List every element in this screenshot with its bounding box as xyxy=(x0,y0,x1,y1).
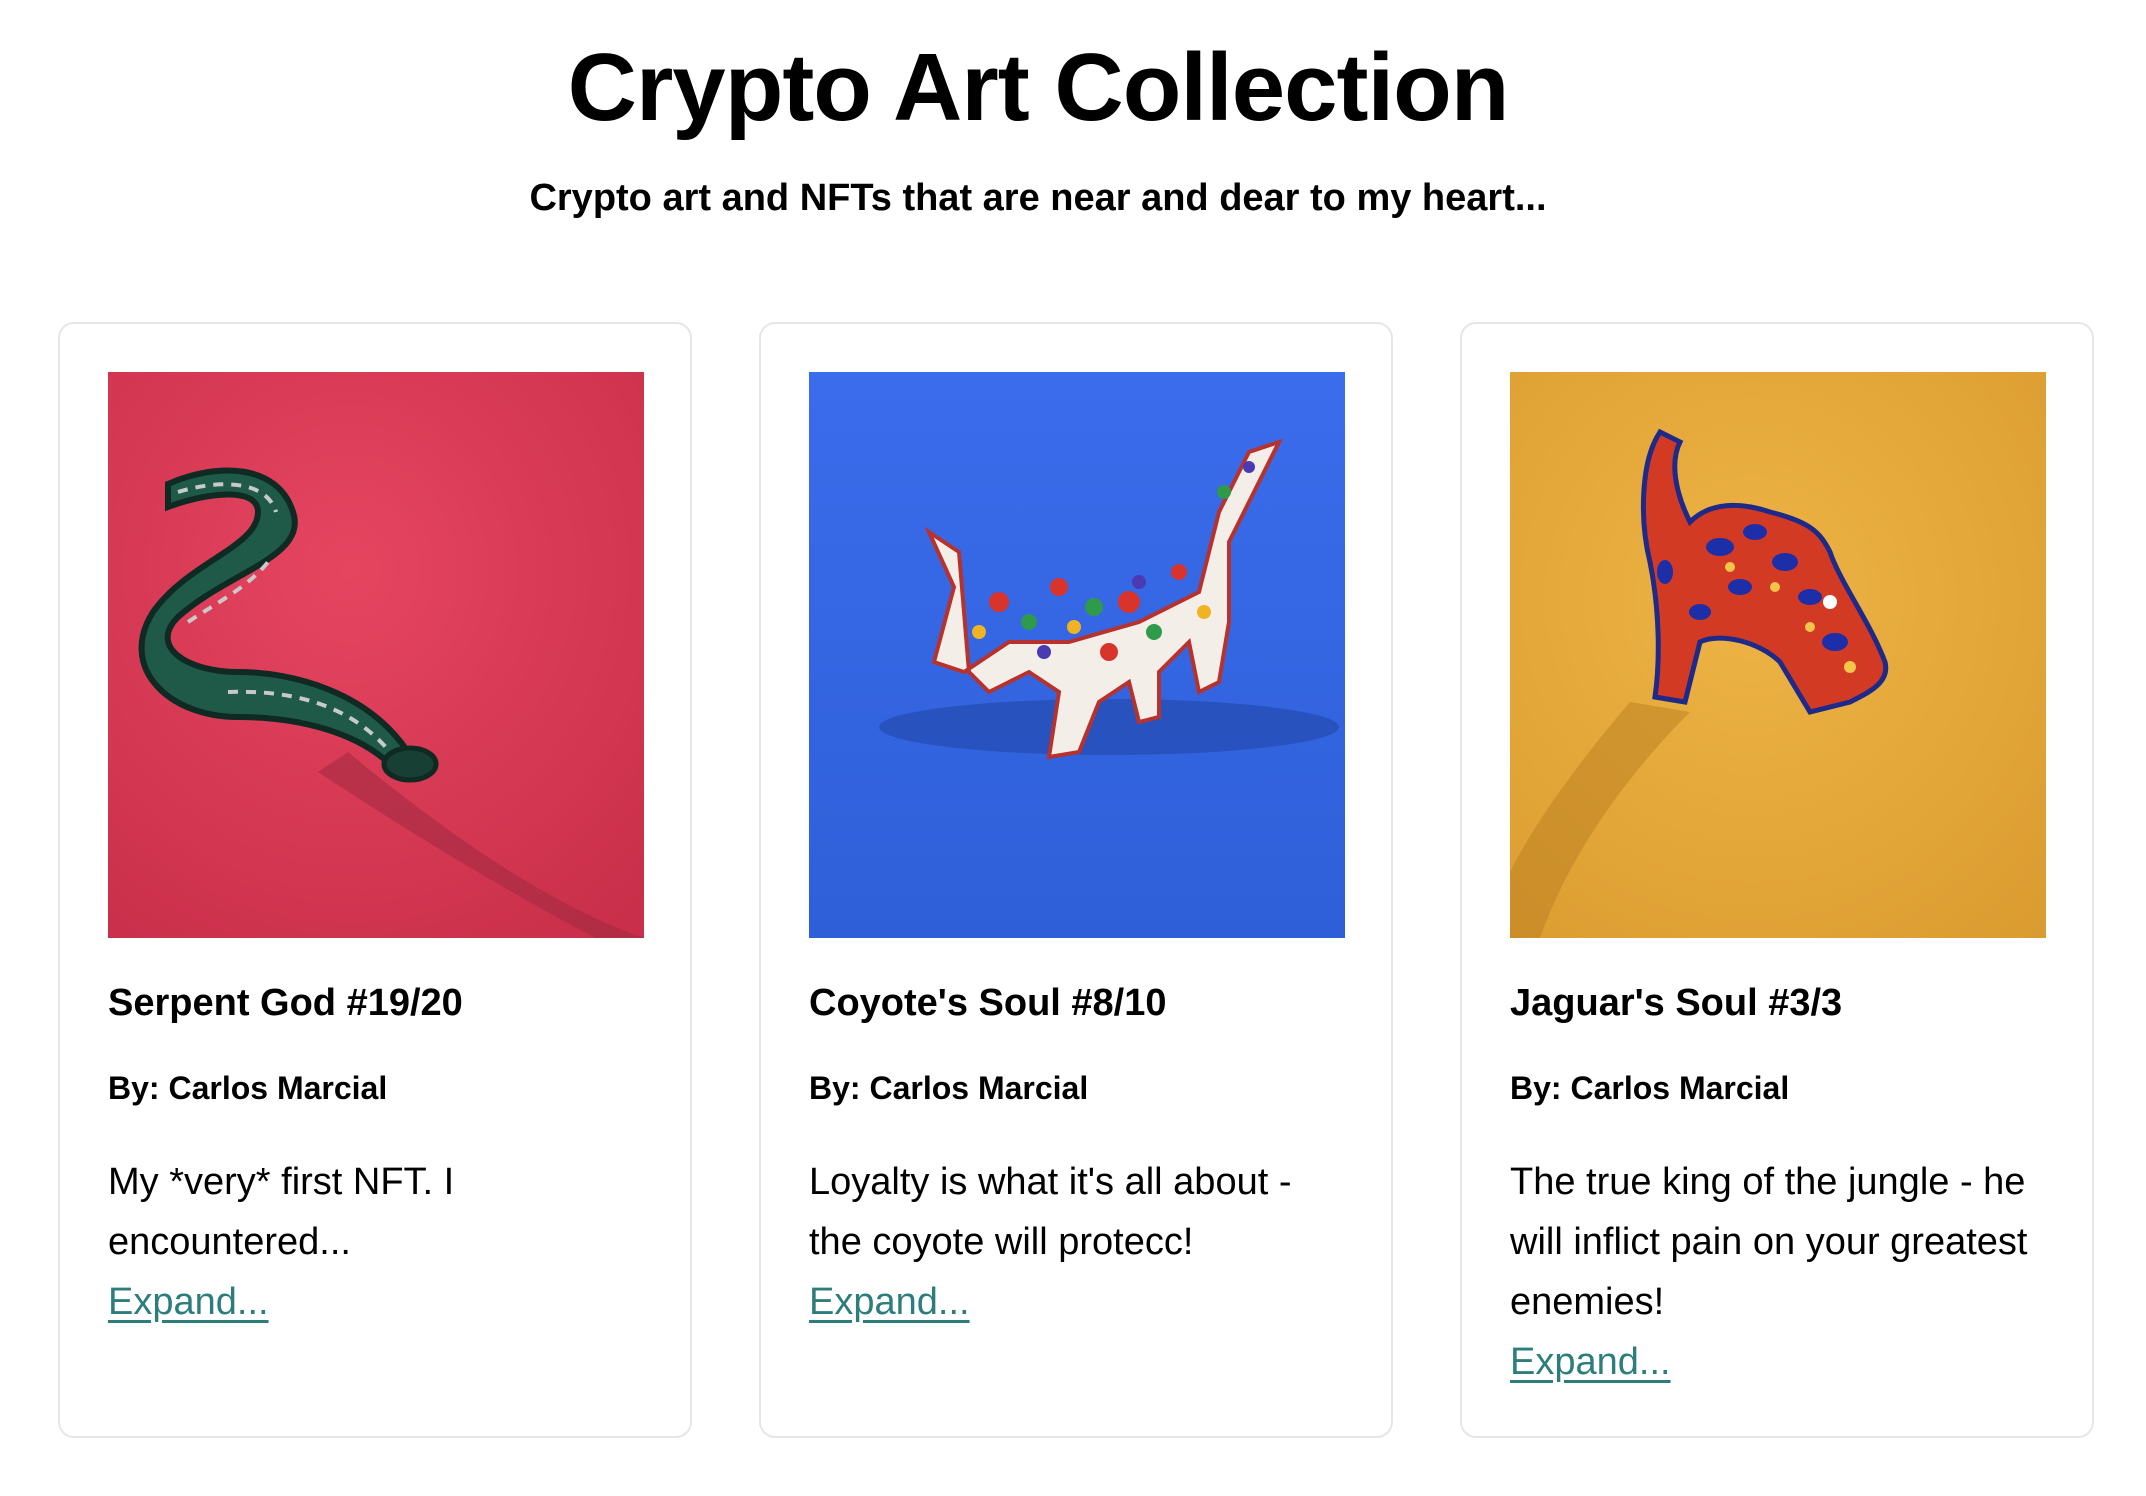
nft-description: The true king of the jungle - he will in… xyxy=(1510,1161,2028,1323)
nft-artwork-image[interactable] xyxy=(108,372,644,938)
nft-title: Serpent God #19/20 xyxy=(108,982,463,1024)
page: Crypto Art Collection Crypto art and NFT… xyxy=(0,0,2146,1496)
nft-title: Jaguar's Soul #3/3 xyxy=(1510,982,1843,1024)
jaguar-art xyxy=(1510,372,2046,938)
expand-link[interactable]: Expand... xyxy=(809,1272,970,1332)
page-subtitle: Crypto art and NFTs that are near and de… xyxy=(529,177,1547,219)
nft-description-block: My *very* first NFT. I encountered... Ex… xyxy=(108,1152,648,1332)
nft-author: By: Carlos Marcial xyxy=(1510,1070,1790,1106)
coyote-art xyxy=(809,372,1345,938)
nft-description-block: Loyalty is what it's all about - the coy… xyxy=(809,1152,1349,1332)
nft-artwork-image[interactable] xyxy=(809,372,1345,938)
nft-artwork-image[interactable] xyxy=(1510,372,2046,938)
nft-card: Coyote's Soul #8/10 By: Carlos Marcial L… xyxy=(759,322,1393,1438)
expand-link[interactable]: Expand... xyxy=(108,1272,269,1332)
nft-description: Loyalty is what it's all about - the coy… xyxy=(809,1161,1292,1263)
nft-author: By: Carlos Marcial xyxy=(108,1070,388,1106)
expand-link[interactable]: Expand... xyxy=(1510,1332,1671,1392)
nft-gallery: Serpent God #19/20 By: Carlos Marcial My… xyxy=(58,322,2104,1440)
nft-title: Coyote's Soul #8/10 xyxy=(809,982,1167,1024)
nft-author: By: Carlos Marcial xyxy=(809,1070,1089,1106)
nft-card: Serpent God #19/20 By: Carlos Marcial My… xyxy=(58,322,692,1438)
nft-card: Jaguar's Soul #3/3 By: Carlos Marcial Th… xyxy=(1460,322,2094,1438)
nft-description-block: The true king of the jungle - he will in… xyxy=(1510,1152,2050,1392)
serpent-art xyxy=(108,372,644,938)
nft-description: My *very* first NFT. I encountered... xyxy=(108,1161,455,1263)
page-title: Crypto Art Collection xyxy=(567,34,1510,141)
